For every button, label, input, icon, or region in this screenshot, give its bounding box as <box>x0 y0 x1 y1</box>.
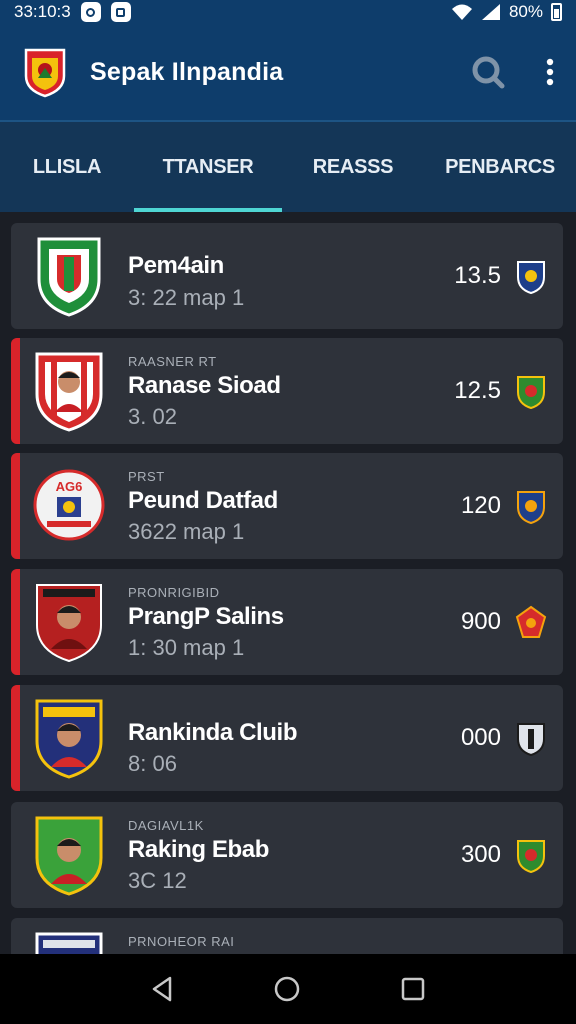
system-nav-bar <box>0 954 576 1024</box>
mini-crest-icon <box>517 840 545 874</box>
mini-crest-icon <box>517 723 545 757</box>
card-accent <box>11 453 20 559</box>
card-accent <box>11 569 20 675</box>
club-meta: 3622 map 1 <box>128 519 245 544</box>
battery-icon <box>551 3 562 21</box>
club-badge-shield <box>37 237 101 317</box>
mini-crest-icon <box>515 605 547 638</box>
back-icon[interactable] <box>150 975 174 1003</box>
home-icon[interactable] <box>273 975 301 1003</box>
notification-icon <box>80 2 101 22</box>
tab-ttanser[interactable]: TTANSER <box>134 122 282 212</box>
card-accent <box>11 685 20 791</box>
club-score: 000 <box>460 724 501 751</box>
club-badge-player <box>35 699 103 779</box>
club-list[interactable]: Pem4ain 3: 22 map 1 13.5 RAASNER RT Rana… <box>0 212 576 954</box>
mini-crest-icon <box>517 376 545 410</box>
club-name: Pem4ain <box>128 252 224 279</box>
club-tag: PRONRIGIBID <box>128 585 220 600</box>
club-meta: 3C 12 <box>128 868 187 893</box>
app-notification-icon <box>110 2 131 22</box>
club-card[interactable]: Rankinda Cluib 8: 06 000 <box>11 685 563 791</box>
app-actions <box>470 54 554 90</box>
club-name: Raking Ebab <box>128 836 269 863</box>
club-card[interactable]: Pem4ain 3: 22 map 1 13.5 <box>11 223 563 329</box>
club-badge-player <box>35 816 103 896</box>
club-card[interactable]: RAASNER RT Ranase Sioad 3. 02 12.5 <box>11 338 563 444</box>
club-badge-round: AG6 <box>33 469 105 541</box>
club-badge-player <box>35 932 103 954</box>
tab-reasss[interactable]: REASSS <box>282 122 424 212</box>
club-score: 13.5 <box>454 262 501 289</box>
club-name: Peund Datfad <box>128 487 278 514</box>
status-left: 33:10:3 <box>14 2 131 22</box>
club-name: PrangP Salins <box>128 603 284 630</box>
club-badge-player <box>35 352 103 432</box>
signal-icon <box>481 4 500 20</box>
search-icon[interactable] <box>470 54 506 90</box>
app-title: Sepak Ilnpandia <box>90 57 284 86</box>
club-badge-player <box>36 584 102 663</box>
card-accent <box>11 338 20 444</box>
club-meta: 3. 02 <box>128 404 177 429</box>
app-logo[interactable] <box>22 46 68 98</box>
club-tag: PRNOHEOR RAI <box>128 934 235 949</box>
tab-bar: LLISLA TTANSER REASSS PENBARCS <box>0 120 576 212</box>
app-bar: Sepak Ilnpandia <box>0 24 576 120</box>
club-meta: 1: 30 map 1 <box>128 635 245 660</box>
club-card[interactable]: AG6 PRST Peund Datfad 3622 map 1 120 <box>11 453 563 559</box>
club-tag: RAASNER RT <box>128 354 217 369</box>
club-score: 120 <box>460 492 501 519</box>
more-vertical-icon[interactable] <box>546 58 554 86</box>
tab-label: PENBARCS <box>445 155 555 178</box>
status-bar: 33:10:3 80% <box>0 0 576 24</box>
mini-crest-icon <box>517 261 545 295</box>
tab-label: LLISLA <box>32 155 102 178</box>
wifi-icon <box>451 4 472 20</box>
status-right: 80% <box>451 2 562 22</box>
club-score: 300 <box>460 841 501 868</box>
club-tag: DAGIAVL1K <box>128 818 204 833</box>
tab-penbarcs[interactable]: PENBARCS <box>424 122 576 212</box>
club-name: Rankinda Cluib <box>128 719 298 746</box>
tab-label: REASSS <box>312 155 394 178</box>
club-name: Ranase Sioad <box>128 372 281 399</box>
club-score: 900 <box>460 608 501 635</box>
mini-crest-icon <box>517 491 545 525</box>
club-tag: PRST <box>128 469 165 484</box>
club-score: 12.5 <box>454 377 501 404</box>
club-card[interactable]: DAGIAVL1K Raking Ebab 3C 12 300 <box>11 802 563 908</box>
svg-text:AG6: AG6 <box>56 479 83 494</box>
tab-llisla[interactable]: LLISLA <box>0 122 134 212</box>
tab-label: TTANSER <box>162 155 254 178</box>
status-time: 33:10:3 <box>14 2 71 21</box>
club-card[interactable]: PRNOHEOR RAI <box>11 918 563 954</box>
recents-icon[interactable] <box>400 976 426 1002</box>
battery-percent: 80% <box>508 2 543 21</box>
club-card[interactable]: PRONRIGIBID PrangP Salins 1: 30 map 1 90… <box>11 569 563 675</box>
club-meta: 8: 06 <box>128 751 177 776</box>
club-meta: 3: 22 map 1 <box>128 285 245 310</box>
